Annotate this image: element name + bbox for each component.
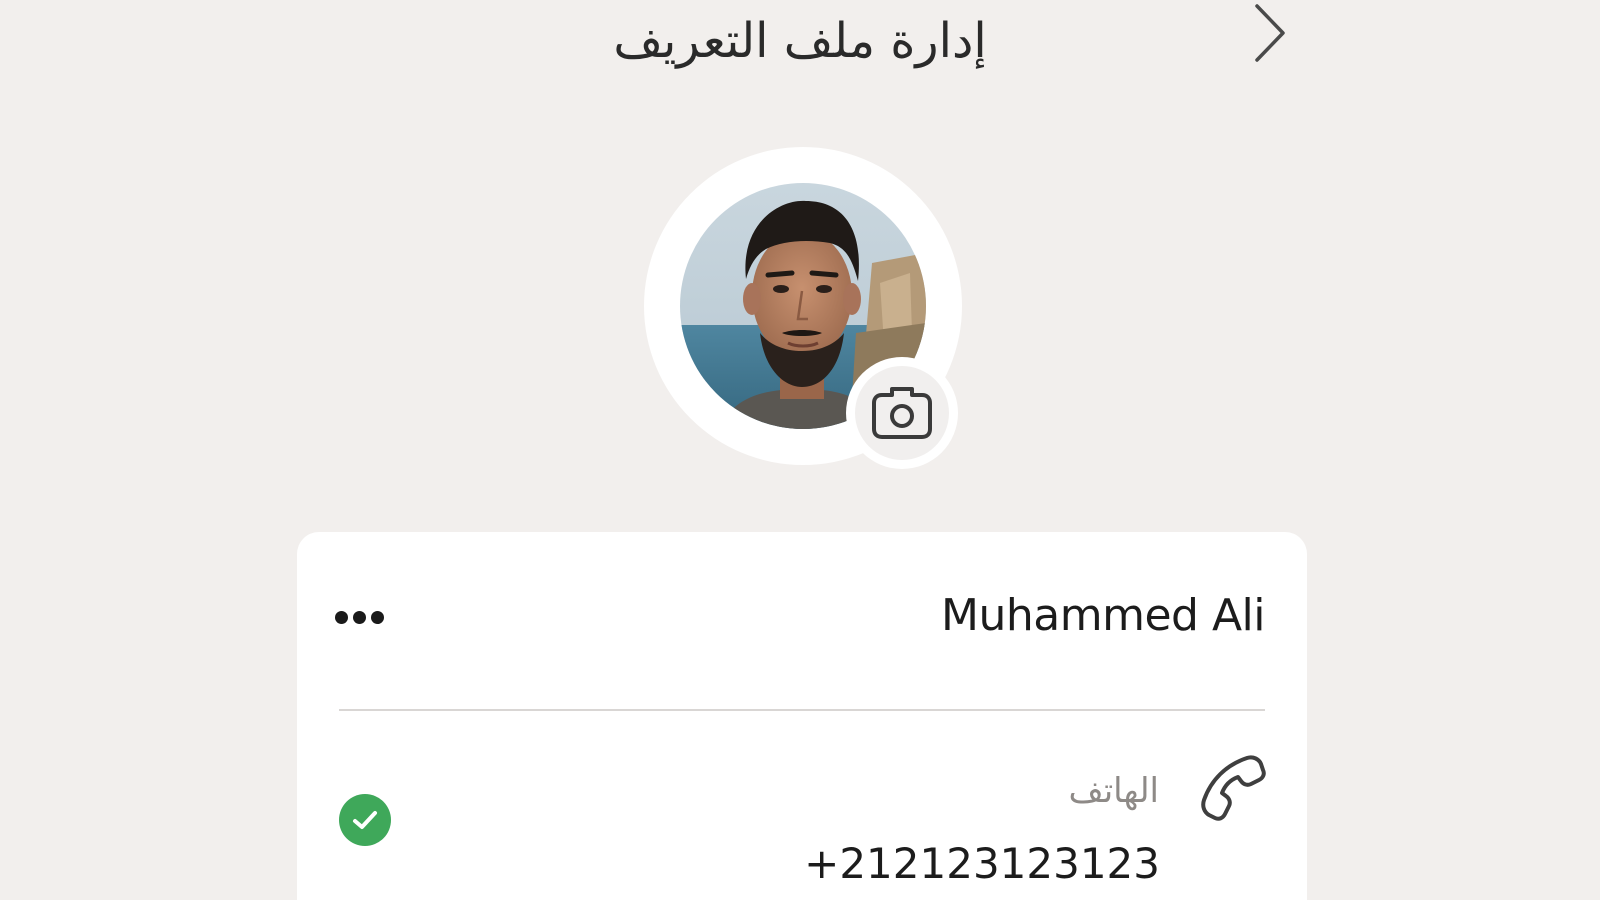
phone-label: الهاتف [1068, 771, 1160, 811]
manage-profile-screen: إدارة ملف التعريف Muhammed Ali الهاتف +2… [0, 0, 1600, 900]
profile-name[interactable]: Muhammed Ali [941, 586, 1265, 646]
more-dot [371, 610, 384, 624]
verified-check-icon [339, 794, 391, 846]
divider [339, 709, 1265, 711]
profile-card: Muhammed Ali الهاتف +212123123123 [297, 532, 1307, 900]
change-photo-button[interactable] [846, 357, 958, 469]
more-dot [353, 610, 366, 624]
phone-icon [1199, 752, 1269, 822]
phone-number[interactable]: +212123123123 [804, 836, 1160, 892]
page-title: إدارة ملف التعريف [613, 13, 987, 69]
back-button[interactable] [1245, 2, 1295, 68]
more-horizontal-icon [335, 610, 348, 624]
more-options-button[interactable] [335, 602, 395, 632]
chevron-right-icon [1253, 2, 1287, 68]
camera-button-face [855, 366, 949, 460]
camera-icon [870, 381, 934, 445]
